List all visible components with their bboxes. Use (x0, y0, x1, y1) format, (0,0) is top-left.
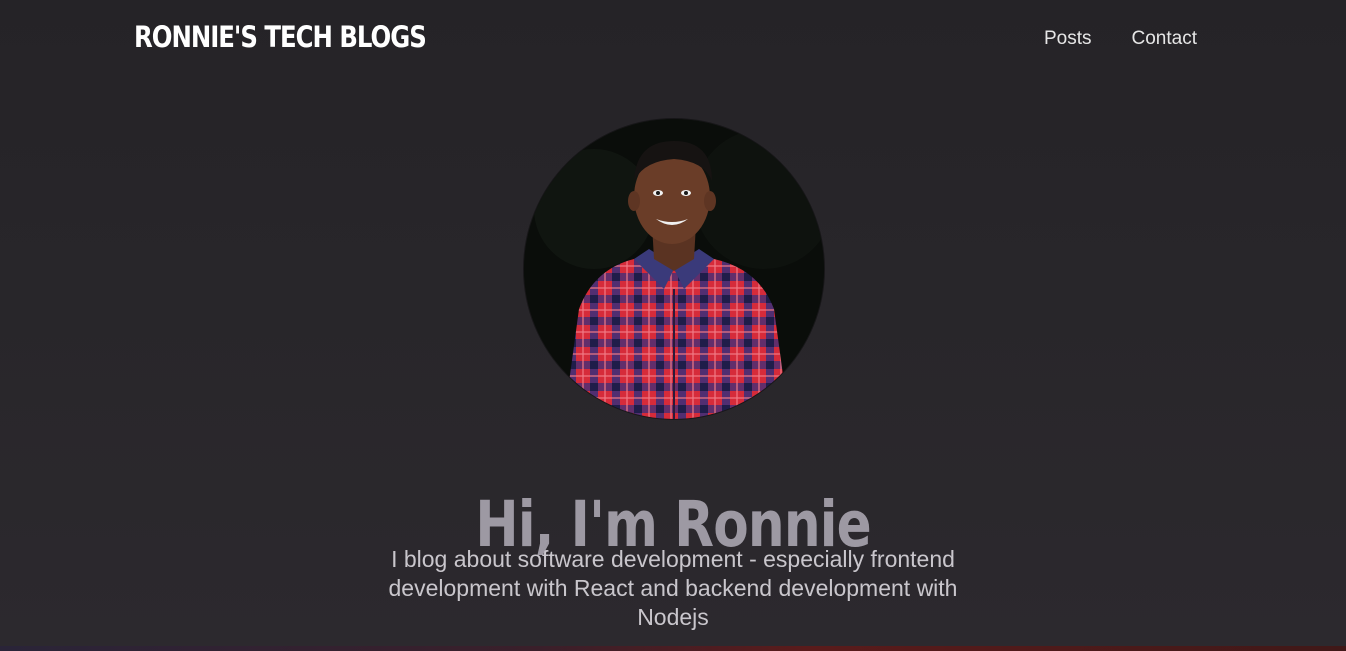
site-header: RONNIE'S TECH BLOGS Posts Contact (0, 0, 1346, 82)
profile-photo-illustration (524, 119, 824, 419)
main-nav: Posts Contact (1044, 28, 1197, 50)
bottom-edge-strip (0, 646, 1346, 651)
nav-link-posts[interactable]: Posts (1044, 28, 1092, 50)
profile-photo (524, 119, 824, 419)
site-logo-title[interactable]: RONNIE'S TECH BLOGS (134, 20, 427, 54)
hero-subtitle: I blog about software development - espe… (388, 546, 958, 630)
nav-link-contact[interactable]: Contact (1132, 28, 1197, 50)
